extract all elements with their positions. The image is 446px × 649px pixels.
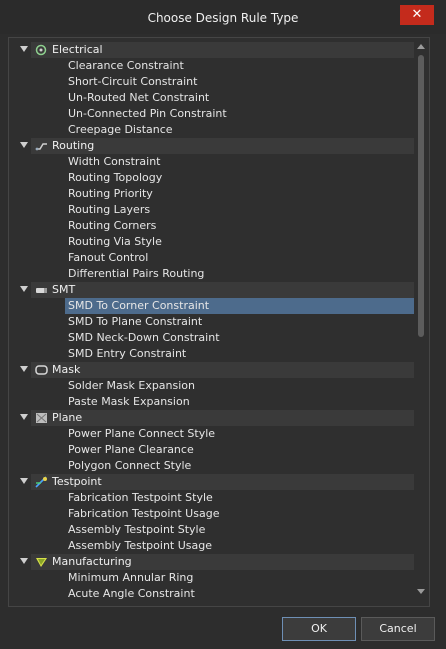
scroll-down-arrow-icon[interactable] [417,589,425,594]
rule-label: Paste Mask Expansion [68,395,190,408]
rule-item[interactable]: Fabrication Testpoint Usage [65,506,414,522]
rule-label: Power Plane Clearance [68,443,194,456]
rule-item[interactable]: Fanout Control [65,250,414,266]
rule-label: Power Plane Connect Style [68,427,216,440]
rule-item[interactable]: Width Constraint [65,154,414,170]
rule-label: Polygon Connect Style [68,459,192,472]
rule-item[interactable]: Short-Circuit Constraint [65,74,414,90]
testpoint-icon [35,476,48,488]
electrical-icon [35,44,48,56]
rule-item[interactable]: Un-Routed Net Constraint [65,90,414,106]
scroll-thumb[interactable] [418,55,424,337]
rule-item[interactable]: Minimum Annular Ring [65,570,414,586]
rule-item[interactable]: Fabrication Testpoint Style [65,490,414,506]
manufacturing-icon [35,556,48,568]
rule-label: SMD To Plane Constraint [68,315,203,328]
category-plane[interactable]: Plane [9,410,414,426]
rule-item[interactable]: Differential Pairs Routing [65,266,414,282]
ok-button[interactable]: OK [282,617,356,641]
rule-item[interactable]: Paste Mask Expansion [65,394,414,410]
category-manufacturing[interactable]: Manufacturing [9,554,414,570]
cancel-button[interactable]: Cancel [361,617,435,641]
category-header-bar [31,362,414,378]
category-label: Manufacturing [52,555,132,568]
category-header-bar [31,410,414,426]
category-mask[interactable]: Mask [9,362,414,378]
rule-label: Fanout Control [68,251,149,264]
rule-label: Routing Layers [68,203,151,216]
rule-item[interactable]: Power Plane Connect Style [65,426,414,442]
rule-label: Assembly Testpoint Usage [68,539,212,552]
category-testpoint[interactable]: Testpoint [9,474,414,490]
mask-icon [35,364,48,376]
expand-triangle-icon[interactable] [20,46,28,52]
rule-item[interactable]: SMD To Corner Constraint [65,298,414,314]
rule-label: Creepage Distance [68,123,173,136]
rule-item[interactable]: SMD Neck-Down Constraint [65,330,414,346]
category-header-bar [31,282,414,298]
rule-item[interactable]: Assembly Testpoint Usage [65,538,414,554]
rule-type-tree[interactable]: Electrical Clearance Constraint Short-Circ… [8,37,430,607]
rule-item[interactable]: Routing Topology [65,170,414,186]
rule-item[interactable]: Clearance Constraint [65,58,414,74]
expand-triangle-icon[interactable] [20,558,28,564]
vertical-scrollbar[interactable] [414,38,428,606]
category-label: Routing [52,139,95,152]
category-routing[interactable]: Routing [9,138,414,154]
rule-item[interactable]: SMD To Plane Constraint [65,314,414,330]
rule-item[interactable]: Polygon Connect Style [65,458,414,474]
plane-icon [35,412,48,424]
expand-triangle-icon[interactable] [20,142,28,148]
category-label: Mask [52,363,81,376]
rule-label: SMD To Corner Constraint [68,299,210,312]
expand-triangle-icon[interactable] [20,414,28,420]
expand-triangle-icon[interactable] [20,478,28,484]
rule-label: SMD Neck-Down Constraint [68,331,220,344]
category-label: Testpoint [52,475,102,488]
category-smt[interactable]: SMT [9,282,414,298]
rule-label: Routing Priority [68,187,153,200]
rule-item[interactable]: Solder Mask Expansion [65,378,414,394]
rule-label: Short-Circuit Constraint [68,75,198,88]
category-electrical[interactable]: Electrical [9,42,414,58]
rule-label: Clearance Constraint [68,59,184,72]
rule-item[interactable]: Assembly Testpoint Style [65,522,414,538]
rule-item[interactable]: Routing Corners [65,218,414,234]
rule-label: Fabrication Testpoint Usage [68,507,220,520]
rule-item[interactable]: Routing Priority [65,186,414,202]
rule-item[interactable]: Routing Layers [65,202,414,218]
rule-label: Width Constraint [68,155,161,168]
smt-icon [35,284,48,296]
scroll-up-arrow-icon[interactable] [417,44,425,49]
rule-item[interactable]: Routing Via Style [65,234,414,250]
rule-item[interactable]: Creepage Distance [65,122,414,138]
rule-item[interactable]: Acute Angle Constraint [65,586,414,602]
category-label: Plane [52,411,83,424]
rule-label: Assembly Testpoint Style [68,523,206,536]
rule-item[interactable]: SMD Entry Constraint [65,346,414,362]
choose-design-rule-dialog: Choose Design Rule Type ✕ Electrical Clea… [0,0,446,649]
rule-label: Minimum Annular Ring [68,571,194,584]
rule-item[interactable]: Power Plane Clearance [65,442,414,458]
rule-label: Routing Via Style [68,235,162,248]
close-button[interactable]: ✕ [400,5,434,25]
rule-label: SMD Entry Constraint [68,347,187,360]
rule-label: Fabrication Testpoint Style [68,491,213,504]
rule-label: Un-Routed Net Constraint [68,91,210,104]
rule-label: Routing Topology [68,171,163,184]
rule-label: Un-Connected Pin Constraint [68,107,227,120]
category-label: SMT [52,283,76,296]
rule-label: Solder Mask Expansion [68,379,196,392]
rule-label: Acute Angle Constraint [68,587,195,600]
title-bar: Choose Design Rule Type ✕ [0,0,446,34]
rule-label: Differential Pairs Routing [68,267,205,280]
rule-item[interactable]: Un-Connected Pin Constraint [65,106,414,122]
routing-icon [35,140,48,152]
rule-label: Routing Corners [68,219,157,232]
expand-triangle-icon[interactable] [20,286,28,292]
dialog-title: Choose Design Rule Type [147,11,299,25]
category-label: Electrical [52,43,103,56]
expand-triangle-icon[interactable] [20,366,28,372]
